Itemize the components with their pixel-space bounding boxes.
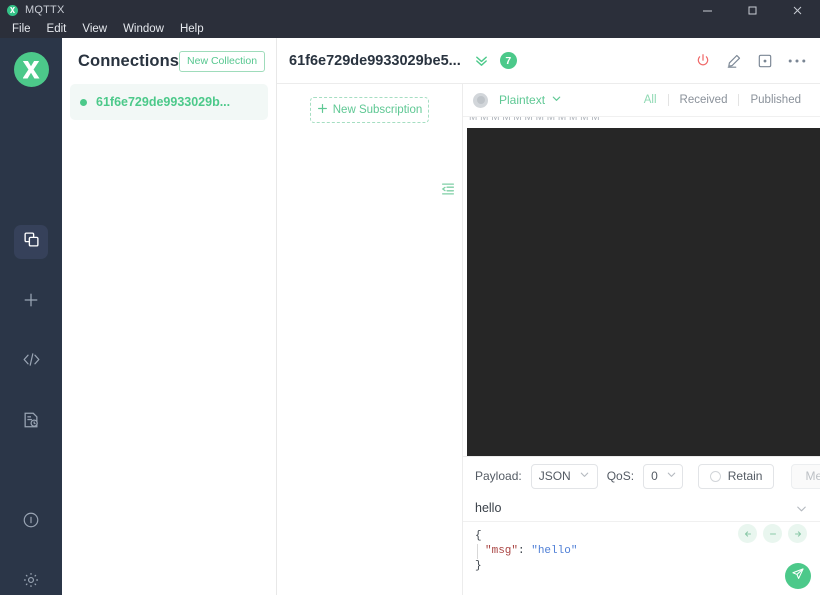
arrow-right-icon[interactable] (788, 524, 807, 543)
retain-label: Retain (728, 469, 763, 483)
code-icon (22, 350, 41, 374)
json-key: "msg" (485, 545, 518, 557)
code-line-3: } (475, 559, 808, 574)
topic-input[interactable]: hello (475, 501, 501, 515)
minimize-button[interactable] (685, 0, 730, 20)
arrow-left-icon[interactable] (738, 524, 757, 543)
qos-value: 0 (651, 469, 658, 483)
meta-button[interactable]: Meta (791, 464, 820, 489)
collapse-list-icon[interactable] (440, 181, 456, 197)
log-icon (22, 411, 40, 434)
status-badge (80, 99, 87, 106)
message-content-area (467, 128, 820, 456)
menu-item-window[interactable]: Window (115, 20, 172, 38)
payload-type-select[interactable]: JSON (531, 464, 598, 489)
app-title: MQTTX (25, 4, 65, 16)
payload-format-label: Plaintext (499, 93, 545, 107)
main-panel: 61f6e729de9933029be5... 7 (277, 38, 820, 595)
connection-name: 61f6e729de9933029b... (96, 95, 230, 109)
sidebar-item-about[interactable] (14, 505, 48, 539)
ellipsis-icon[interactable] (788, 58, 806, 64)
qos-label: QoS: (607, 469, 634, 483)
code-line-2: "msg": "hello" (475, 544, 808, 559)
main-body: New Subscription (277, 84, 820, 595)
info-icon (22, 511, 40, 534)
send-button[interactable] (785, 563, 811, 589)
page-title: Connections (78, 52, 179, 71)
message-filters: All Received Published (633, 94, 812, 106)
avatar-icon (473, 93, 488, 108)
payload-label: Payload: (475, 469, 522, 483)
message-count-badge: 7 (500, 52, 517, 69)
new-subscription-label: New Subscription (333, 104, 422, 116)
main-header: 61f6e729de9933029be5... 7 (277, 38, 820, 84)
json-punct: : (518, 545, 531, 557)
mqttx-logo-icon (7, 5, 18, 16)
menu-item-view[interactable]: View (74, 20, 115, 38)
window-controls (685, 0, 820, 20)
titlebar: MQTTX (0, 0, 820, 20)
chevron-down-icon (666, 469, 677, 483)
menu-item-help[interactable]: Help (172, 20, 212, 38)
menu-item-file[interactable]: File (4, 20, 39, 38)
copy-icon (23, 231, 40, 253)
menu-item-edit[interactable]: Edit (39, 20, 75, 38)
topic-input-row[interactable]: hello (463, 495, 820, 522)
sidebar-item-connections[interactable] (14, 225, 48, 259)
json-value: "hello" (531, 545, 577, 557)
sidebar-item-script[interactable] (14, 345, 48, 379)
left-rail (0, 38, 62, 595)
sidebar-item-new-connection[interactable] (14, 285, 48, 319)
messages-toolbar: Plaintext All Received (463, 84, 820, 117)
mqttx-logo-icon (14, 52, 49, 87)
payload-type-value: JSON (539, 469, 571, 483)
plus-icon (22, 291, 40, 314)
payload-format-dropdown[interactable]: Plaintext (499, 93, 562, 107)
new-collection-button[interactable]: New Collection (179, 51, 265, 72)
clipped-message-text: M M M M M M M M M M M M (469, 117, 684, 128)
messages-panel: Plaintext All Received (463, 84, 820, 595)
connection-title: 61f6e729de9933029be5... (289, 53, 461, 69)
pencil-icon[interactable] (726, 53, 742, 69)
app-body: Connections New Collection 61f6e729de993… (0, 38, 820, 595)
sidebar-item-log[interactable] (14, 405, 48, 439)
plus-icon (317, 103, 328, 117)
editor-actions (738, 524, 807, 543)
minus-icon[interactable] (763, 524, 782, 543)
filter-published[interactable]: Published (739, 94, 812, 106)
subscriptions-panel: New Subscription (277, 84, 463, 595)
payload-editor[interactable]: { "msg": "hello" } (463, 522, 820, 595)
maximize-button[interactable] (730, 0, 775, 20)
chevron-double-down-icon[interactable] (474, 53, 489, 68)
connections-panel: Connections New Collection 61f6e729de993… (62, 38, 277, 595)
retain-checkbox[interactable]: Retain (698, 464, 775, 489)
filter-received[interactable]: Received (669, 94, 739, 106)
header-actions (695, 53, 806, 69)
radio-icon (710, 471, 721, 482)
chevron-down-icon (579, 469, 590, 483)
filter-all[interactable]: All (633, 94, 668, 106)
chevron-down-icon[interactable] (795, 502, 808, 515)
menubar: File Edit View Window Help (0, 20, 820, 38)
box-icon[interactable] (757, 53, 773, 69)
power-icon[interactable] (695, 53, 711, 69)
chevron-down-icon (551, 93, 562, 107)
qos-select[interactable]: 0 (643, 464, 683, 489)
connections-header: Connections New Collection (62, 38, 276, 84)
list-item[interactable]: 61f6e729de9933029b... (70, 84, 268, 120)
sidebar-item-settings[interactable] (14, 565, 48, 595)
gear-icon (22, 571, 40, 594)
send-icon (791, 567, 805, 586)
connections-list: 61f6e729de9933029b... (62, 84, 276, 120)
mqttx-window: MQTTX File Edit View Window Help (0, 0, 820, 595)
new-subscription-button[interactable]: New Subscription (310, 97, 429, 123)
messages-list[interactable]: M M M M M M M M M M M M (463, 117, 820, 456)
publish-options-bar: Payload: JSON QoS: (463, 457, 820, 495)
close-button[interactable] (775, 0, 820, 20)
publish-panel: Payload: JSON QoS: (463, 456, 820, 595)
